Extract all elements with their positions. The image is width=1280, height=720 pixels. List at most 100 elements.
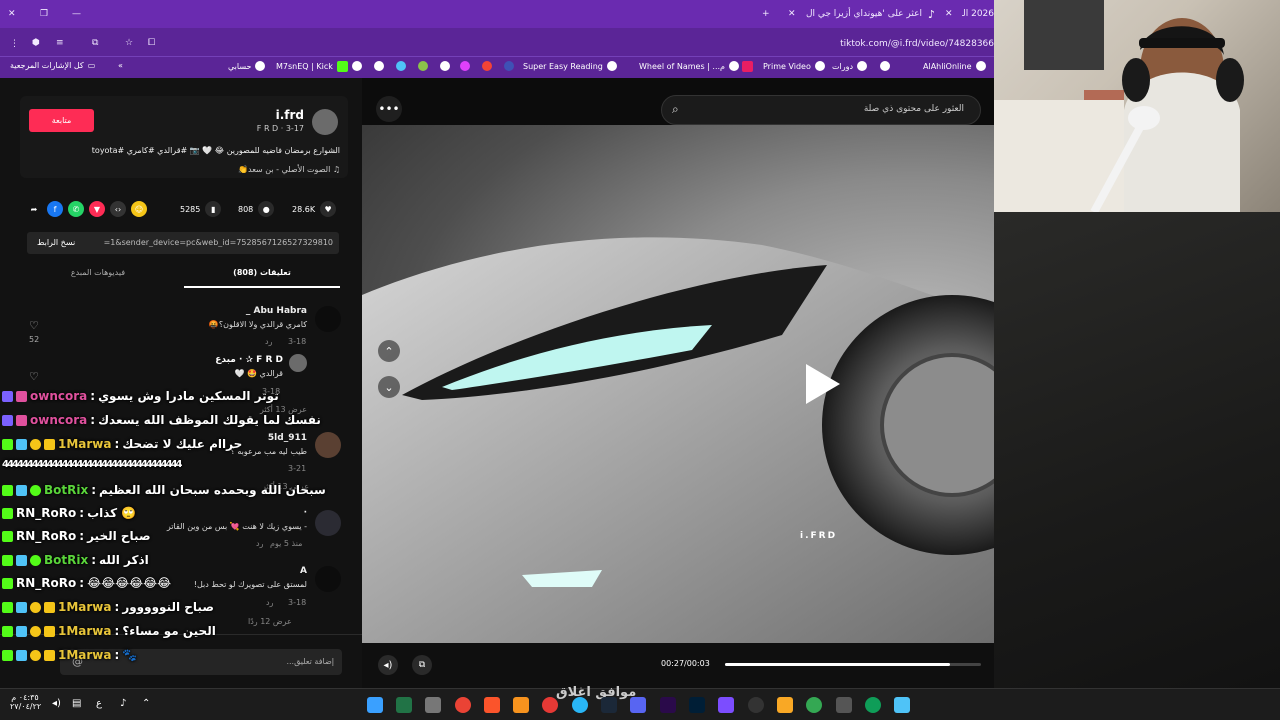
bookmark-item[interactable]: دورات — [832, 61, 868, 71]
windows-icon[interactable] — [894, 697, 910, 713]
bookmark-item[interactable]: Prime Video — [763, 61, 825, 71]
window-minimize-icon[interactable]: — — [72, 5, 81, 23]
facebook-icon[interactable]: f — [47, 201, 63, 217]
chevron-up-tray-icon[interactable]: ⌃ — [142, 698, 150, 709]
extension-icon[interactable]: ⬢ — [32, 34, 40, 52]
author-username[interactable]: i.frd — [200, 108, 304, 122]
video-frame[interactable] — [362, 125, 994, 643]
brave-icon[interactable] — [484, 697, 500, 713]
window-close-icon[interactable]: ✕ — [8, 5, 16, 23]
bookmark-label: AlAhliOnline — [923, 61, 972, 71]
chat-username: RN_RoRo — [16, 576, 77, 590]
bookmark-icon[interactable] — [352, 61, 362, 71]
copy-link-button[interactable]: نسخ الرابط — [37, 238, 75, 247]
related-search-bar[interactable]: العثور على محتوى ذي صلة ⌕ — [661, 95, 981, 125]
play-icon[interactable] — [806, 364, 840, 404]
comment-avatar[interactable] — [315, 306, 341, 332]
tab-creator-videos[interactable]: فيديوهات المبدع — [20, 268, 176, 277]
comment-heart-icon[interactable]: ♡ — [29, 319, 39, 332]
progress-track[interactable] — [725, 663, 981, 666]
comment-username[interactable]: F R D ✰ · مبدع — [60, 355, 283, 365]
more-options-icon[interactable]: ••• — [376, 96, 402, 122]
install-app-icon[interactable]: ⧠ — [148, 34, 155, 52]
windows-start-icon[interactable] — [367, 697, 383, 713]
search-icon[interactable]: ⌕ — [672, 102, 679, 117]
language-indicator[interactable]: ع — [96, 698, 102, 709]
tab-close-icon[interactable]: ✕ — [945, 5, 953, 23]
discord-icon[interactable] — [630, 697, 646, 713]
follow-button[interactable]: متابعة — [29, 109, 94, 132]
active-tab-underline — [184, 286, 340, 288]
chrome-icon[interactable] — [806, 697, 822, 713]
chat-message: BotRix : سبحان الله وبحمده سبحان الله ال… — [2, 483, 326, 497]
save-button[interactable]: 5285 ▮ — [180, 201, 222, 217]
kick-badge-icon — [2, 601, 13, 613]
new-tab-button[interactable]: + — [762, 5, 770, 23]
bookmark-icon[interactable] — [880, 61, 890, 71]
chevron-left-icon[interactable]: « — [118, 61, 123, 70]
post-sound[interactable]: ♫ الصوت الأصلي - بن سعد👏 — [40, 165, 340, 174]
like-button[interactable]: 28.6K ♥ — [292, 201, 337, 217]
app-icon[interactable] — [718, 697, 734, 713]
bookmark-item[interactable]: حسابي — [228, 61, 266, 71]
bookmark-icon[interactable] — [396, 61, 406, 71]
bookmark-icon[interactable] — [460, 61, 470, 71]
edge-icon[interactable] — [865, 697, 881, 713]
store-icon[interactable] — [836, 697, 852, 713]
miniplayer-icon[interactable]: ⧉ — [412, 655, 432, 675]
chevron-down-icon[interactable]: ⌄ — [378, 376, 400, 398]
bookmark-star-icon[interactable]: ☆ — [125, 34, 133, 52]
chat-username: owncora — [30, 413, 88, 427]
tiktok-share-icon[interactable]: ▼ — [89, 201, 105, 217]
bookmark-icon[interactable] — [742, 61, 753, 72]
bookmark-icon[interactable] — [418, 61, 428, 71]
address-bar[interactable]: tiktok.com/@i.frd/video/74828366 — [830, 35, 994, 53]
chat-username: owncora — [30, 389, 88, 403]
comment-heart-icon[interactable]: ♡ — [29, 370, 39, 383]
menu-dots-icon[interactable]: ⋮ — [10, 35, 19, 53]
comment-button[interactable]: 808 ● — [238, 201, 275, 217]
embed-code-icon[interactable]: ‹› — [110, 201, 126, 217]
app-icon[interactable] — [542, 697, 558, 713]
bookmark-item[interactable]: M7snEQ | Kick — [276, 61, 348, 72]
telegram-icon[interactable] — [572, 697, 588, 713]
comment-username[interactable]: Abu Habra _ — [60, 306, 307, 316]
tab-active[interactable]: ♪ اعثر على 'هيونداي أزيرا جي ال 6 — [805, 5, 935, 23]
author-avatar[interactable] — [312, 109, 338, 135]
bookmark-icon[interactable] — [374, 61, 384, 71]
bookmark-item[interactable]: AlAhliOnline — [923, 61, 986, 71]
share-arrow-icon[interactable]: ➦ — [26, 201, 42, 217]
tab-other[interactable]: 2026 الجـ — [962, 5, 994, 23]
window-restore-icon[interactable]: ❐ — [40, 5, 48, 23]
tab-close-icon[interactable]: ✕ — [788, 5, 796, 23]
volume-icon[interactable]: ◂) — [378, 655, 398, 675]
photoshop-icon[interactable] — [689, 697, 705, 713]
all-bookmarks[interactable]: كل الإشارات المرجعية ▭ — [10, 61, 95, 70]
steam-icon[interactable] — [601, 697, 617, 713]
chrome-icon[interactable] — [455, 697, 471, 713]
whatsapp-icon[interactable]: ✆ — [68, 201, 84, 217]
file-explorer-icon[interactable] — [777, 697, 793, 713]
clock[interactable]: ٠٤:٣٥ م ٢٧/٠٤/٢٢ — [10, 693, 41, 711]
microphone-tray-icon[interactable]: ♪ — [120, 698, 126, 709]
premiere-icon[interactable] — [660, 697, 676, 713]
excel-icon[interactable] — [396, 697, 412, 713]
app-icon[interactable] — [513, 697, 529, 713]
playlist-icon[interactable]: ≡ — [56, 34, 64, 52]
bookmark-icon[interactable] — [440, 61, 450, 71]
heart-badge-icon — [16, 390, 27, 402]
chevron-up-icon[interactable]: ⌃ — [378, 340, 400, 362]
bookmark-icon[interactable] — [504, 61, 514, 71]
bookmark-item[interactable]: Wheel of Names | ...م — [639, 61, 739, 71]
bookmark-item[interactable]: Super Easy Reading — [523, 61, 617, 71]
emoji-icon[interactable]: ☺ — [131, 201, 147, 217]
bookmark-icon[interactable] — [482, 61, 492, 71]
extensions-puzzle-icon[interactable]: ⧉ — [92, 34, 98, 52]
volume-tray-icon[interactable]: ◂) — [52, 698, 61, 709]
obs-icon[interactable] — [748, 697, 764, 713]
comment-avatar[interactable] — [289, 354, 307, 372]
network-tray-icon[interactable]: ▤ — [72, 698, 81, 709]
reply-link[interactable]: رد — [265, 337, 272, 346]
tab-comments[interactable]: تعليقات (808) — [184, 268, 340, 277]
app-icon[interactable] — [425, 697, 441, 713]
